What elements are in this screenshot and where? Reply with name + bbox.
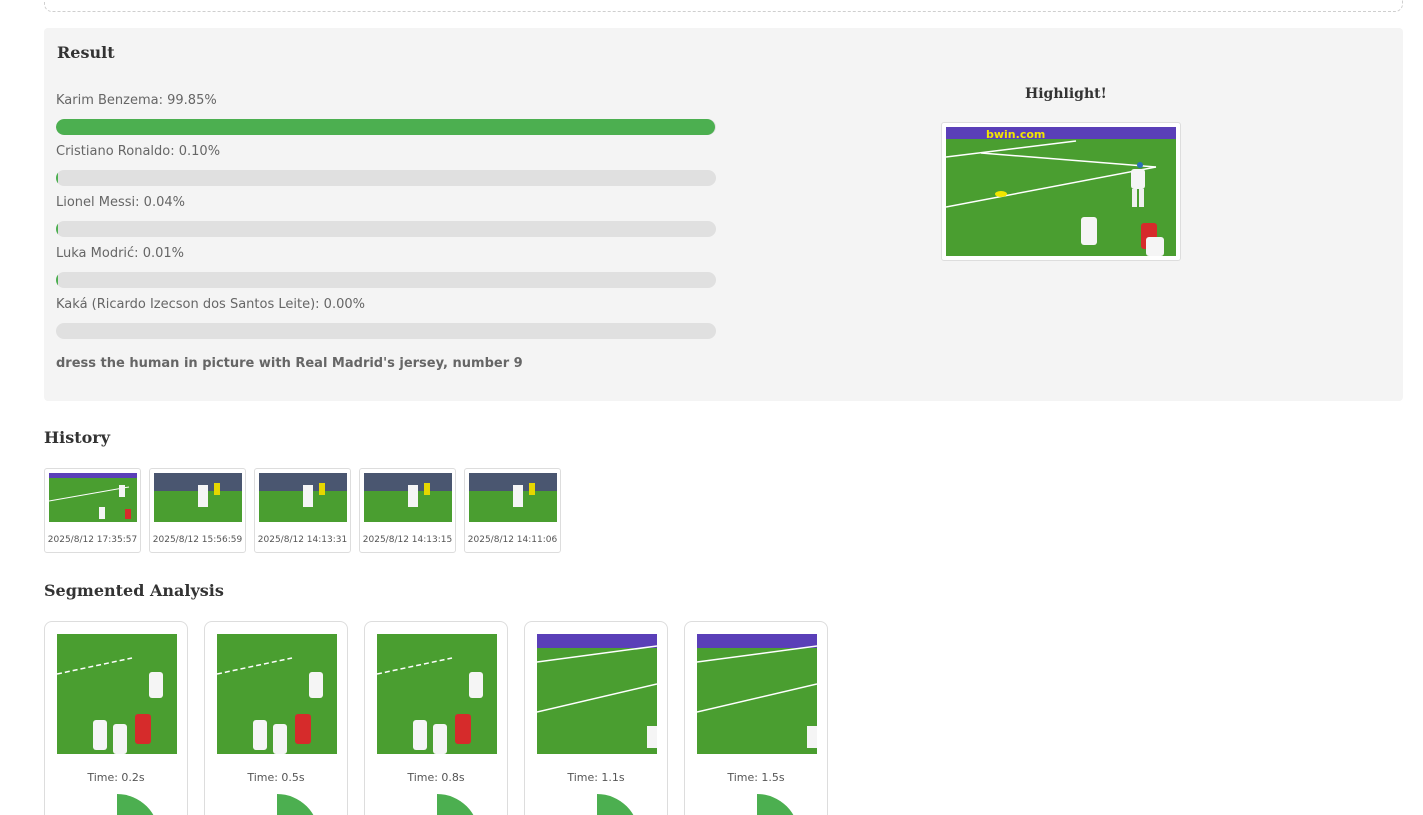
segment-pie-chart xyxy=(757,794,794,815)
segment-time: Time: 0.5s xyxy=(247,771,305,784)
history-thumbnail xyxy=(259,473,347,522)
history-item[interactable]: 2025/8/12 14:13:31 xyxy=(254,468,351,553)
segment-pie-chart xyxy=(437,794,474,815)
history-thumbnail-image xyxy=(469,473,557,522)
segment-card: Time: 0.8s xyxy=(364,621,508,815)
history-item[interactable]: 2025/8/12 14:11:06 xyxy=(464,468,561,553)
history-timestamp: 2025/8/12 14:11:06 xyxy=(467,535,558,545)
segment-time: Time: 0.2s xyxy=(87,771,145,784)
segment-thumbnail xyxy=(57,634,177,754)
segment-pie-chart xyxy=(117,794,154,815)
highlight-image: bwin.com xyxy=(941,122,1181,261)
segment-card: Time: 1.1s xyxy=(524,621,668,815)
history-timestamp: 2025/8/12 14:13:15 xyxy=(362,535,453,545)
prediction-label: Cristiano Ronaldo: 0.10% xyxy=(56,144,221,159)
confidence-bar-fill xyxy=(56,272,58,288)
segment-thumbnail xyxy=(697,634,817,754)
segment-thumbnail xyxy=(377,634,497,754)
segmented-analysis-title: Segmented Analysis xyxy=(44,581,224,600)
history-thumbnail xyxy=(364,473,452,522)
confidence-bar xyxy=(56,119,716,135)
history-thumbnail xyxy=(154,473,242,522)
history-thumbnail xyxy=(49,473,137,522)
history-timestamp: 2025/8/12 15:56:59 xyxy=(152,535,243,545)
segment-card: Time: 0.2s xyxy=(44,621,188,815)
segment-thumbnail-image xyxy=(377,634,497,754)
confidence-bar-fill xyxy=(56,170,58,186)
prediction-row: Luka Modrić: 0.01% xyxy=(56,245,716,288)
segment-thumbnail-image xyxy=(57,634,177,754)
segment-time: Time: 1.1s xyxy=(567,771,625,784)
result-title: Result xyxy=(57,43,115,62)
segment-thumbnail-image xyxy=(217,634,337,754)
confidence-bar-fill xyxy=(56,119,715,135)
prediction-label: Luka Modrić: 0.01% xyxy=(56,246,184,261)
history-item[interactable]: 2025/8/12 15:56:59 xyxy=(149,468,246,553)
confidence-bar-fill xyxy=(56,221,58,237)
history-timestamp: 2025/8/12 14:13:31 xyxy=(257,535,348,545)
segment-thumbnail xyxy=(217,634,337,754)
confidence-bar xyxy=(56,323,716,339)
history-thumbnail xyxy=(469,473,557,522)
segment-card: Time: 1.5s xyxy=(684,621,828,815)
history-thumbnail-image xyxy=(364,473,452,522)
highlight-frame-image: bwin.com xyxy=(946,127,1176,256)
history-thumbnail-image xyxy=(259,473,347,522)
confidence-bar xyxy=(56,272,716,288)
prediction-label: Kaká (Ricardo Izecson dos Santos Leite):… xyxy=(56,297,365,312)
segment-thumbnail-image xyxy=(537,634,657,754)
segment-card: Time: 0.5s xyxy=(204,621,348,815)
prediction-label: Karim Benzema: 99.85% xyxy=(56,93,217,108)
history-thumbnail-image xyxy=(49,473,137,522)
prediction-row: Kaká (Ricardo Izecson dos Santos Leite):… xyxy=(56,296,716,339)
confidence-bar xyxy=(56,170,716,186)
prompt-text: dress the human in picture with Real Mad… xyxy=(56,356,523,371)
segment-time: Time: 1.5s xyxy=(727,771,785,784)
prediction-row: Lionel Messi: 0.04% xyxy=(56,194,716,237)
segment-thumbnail-image xyxy=(697,634,817,754)
history-timestamp: 2025/8/12 17:35:57 xyxy=(47,535,138,545)
history-item[interactable]: 2025/8/12 14:13:15 xyxy=(359,468,456,553)
prediction-row: Cristiano Ronaldo: 0.10% xyxy=(56,143,716,186)
segment-pie-chart xyxy=(277,794,314,815)
history-item[interactable]: 2025/8/12 17:35:57 xyxy=(44,468,141,553)
ad-board-text: bwin.com xyxy=(986,128,1045,141)
upload-area-edge xyxy=(44,0,1403,12)
segment-pie-chart xyxy=(597,794,634,815)
segment-time: Time: 0.8s xyxy=(407,771,465,784)
history-thumbnail-image xyxy=(154,473,242,522)
highlight-title: Highlight! xyxy=(1025,86,1107,102)
segment-thumbnail xyxy=(537,634,657,754)
result-panel: Result Karim Benzema: 99.85% Cristiano R… xyxy=(44,28,1403,401)
history-title: History xyxy=(44,428,110,447)
prediction-label: Lionel Messi: 0.04% xyxy=(56,195,185,210)
confidence-bar xyxy=(56,221,716,237)
prediction-row: Karim Benzema: 99.85% xyxy=(56,92,716,135)
